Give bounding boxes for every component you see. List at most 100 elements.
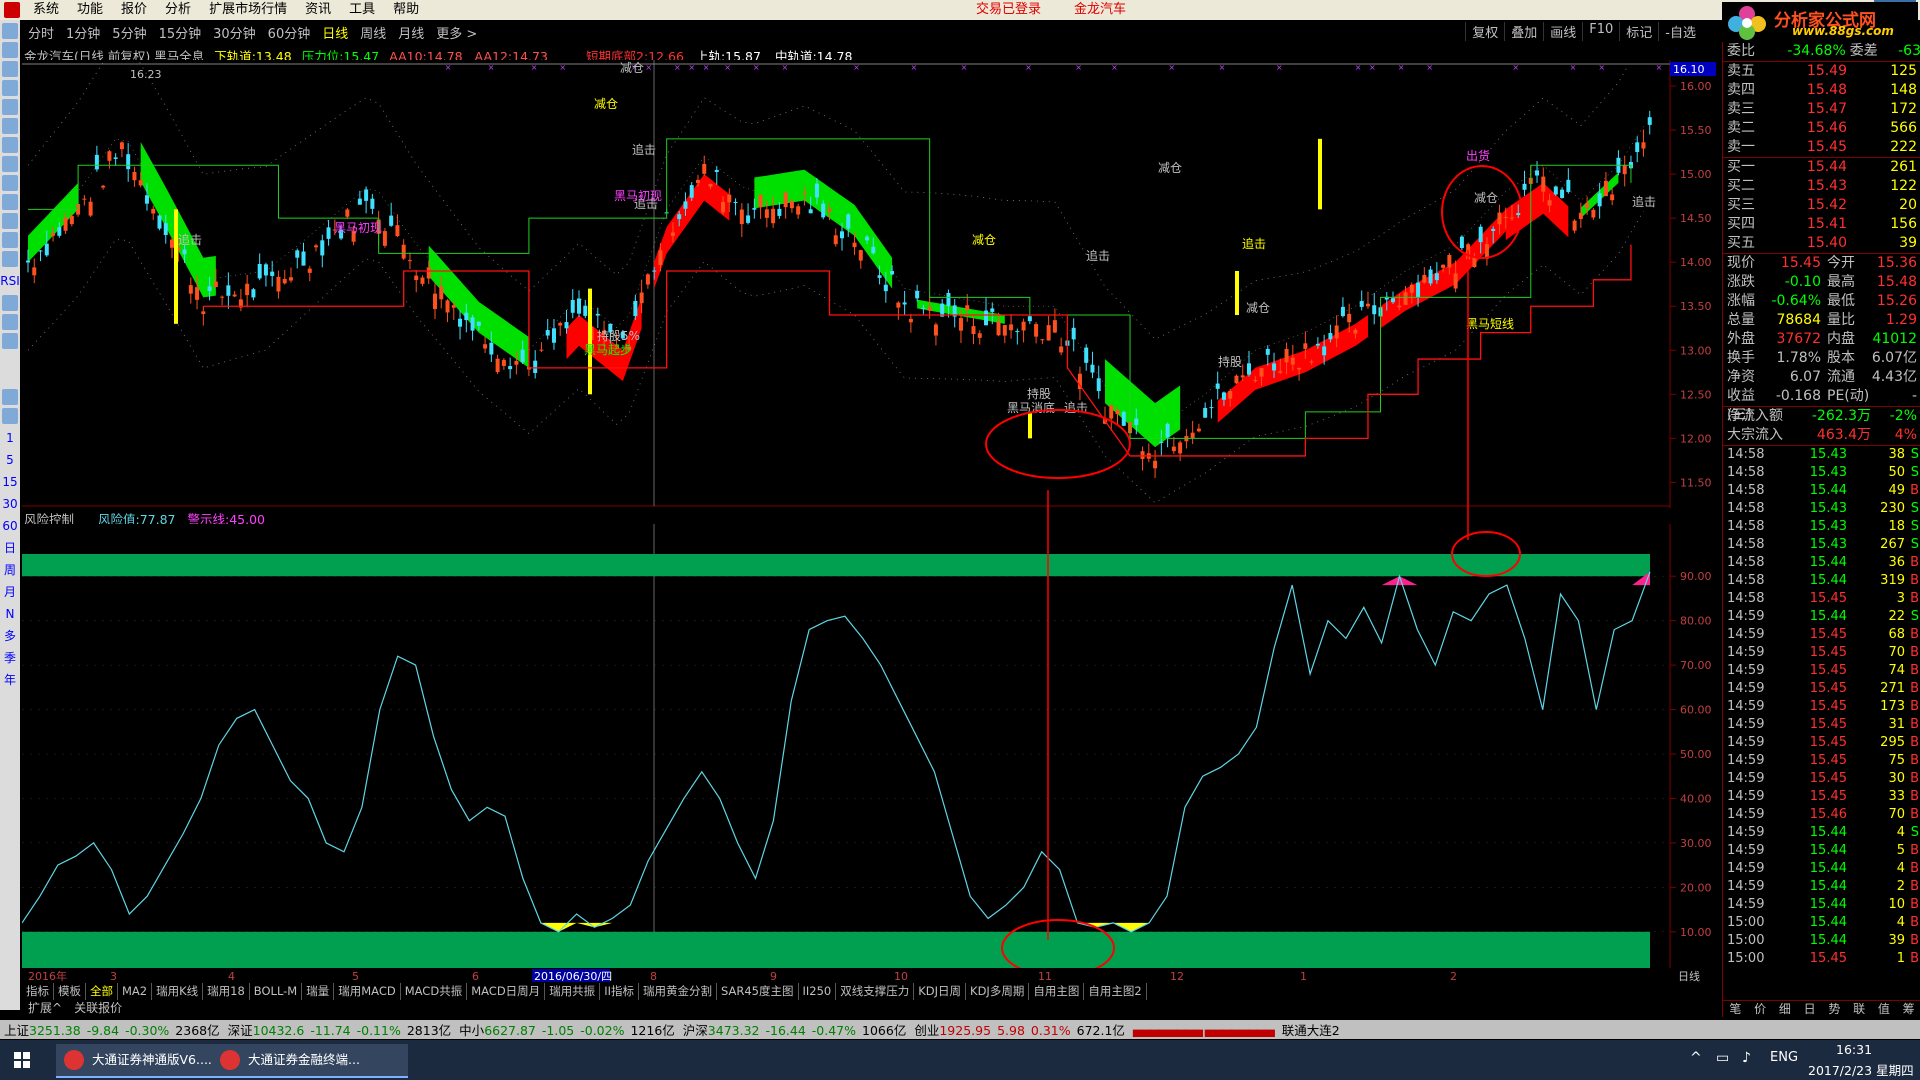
period-shortcut-60[interactable]: 60 bbox=[0, 515, 20, 537]
quote-tab[interactable]: 筹 bbox=[1896, 1001, 1920, 1017]
index-item[interactable]: 沪深3473.32 -16.44 -0.47% 1066亿 bbox=[679, 1020, 911, 1039]
period-5min[interactable]: 5分钟 bbox=[106, 23, 152, 42]
period-shortcut-quarter[interactable]: 季 bbox=[0, 647, 20, 669]
clock-time[interactable]: 16:31 bbox=[1836, 1042, 1872, 1057]
menu-item-system[interactable]: 系统 bbox=[24, 0, 68, 20]
crosshair-icon[interactable] bbox=[2, 314, 18, 330]
mark-button[interactable]: 标记 bbox=[1619, 22, 1658, 41]
sell-order-row[interactable]: 卖五 15.49 125 bbox=[1723, 62, 1920, 81]
formula-icon[interactable] bbox=[2, 389, 18, 405]
indicator-tab[interactable]: 自用主图2 bbox=[1084, 983, 1147, 1000]
period-intraday[interactable]: 分时 bbox=[22, 23, 60, 42]
draw-line-button[interactable]: 画线 bbox=[1543, 22, 1582, 41]
menu-item-analysis[interactable]: 分析 bbox=[156, 0, 200, 20]
overlay-button[interactable]: 叠加 bbox=[1504, 22, 1543, 41]
period-60min[interactable]: 60分钟 bbox=[262, 23, 317, 42]
indicator-tab[interactable]: 指标 bbox=[22, 983, 54, 1000]
indicator-tab[interactable]: MACD共振 bbox=[401, 983, 468, 1000]
sell-order-row[interactable]: 卖三 15.47 172 bbox=[1723, 100, 1920, 119]
indicator-tab[interactable]: 模板 bbox=[54, 983, 86, 1000]
indicator-tab[interactable]: II250 bbox=[799, 983, 837, 1000]
period-more[interactable]: 更多 > bbox=[430, 23, 483, 42]
pencil-icon[interactable] bbox=[2, 333, 18, 349]
rsi-tool[interactable]: RSI bbox=[0, 270, 20, 292]
indicator-tab[interactable]: 双线支撑压力 bbox=[836, 983, 915, 1000]
volume-icon[interactable] bbox=[2, 251, 18, 267]
index-item[interactable]: 中小6627.87 -1.05 -0.02% 1216亿 bbox=[455, 1020, 679, 1039]
f10-icon[interactable] bbox=[2, 156, 18, 172]
calc-icon[interactable] bbox=[2, 408, 18, 424]
indicator-tab[interactable]: MACD日周月 bbox=[467, 983, 546, 1000]
indicator-tab[interactable]: 瑞量 bbox=[302, 983, 335, 1000]
extend-tab[interactable]: 扩展^ bbox=[22, 1000, 68, 1016]
buy-order-row[interactable]: 买二 15.43 122 bbox=[1723, 177, 1920, 196]
f10-button[interactable]: F10 bbox=[1582, 22, 1619, 41]
language-indicator[interactable]: ENG bbox=[1770, 1050, 1798, 1065]
windows-start-icon[interactable] bbox=[14, 1052, 30, 1068]
quote-tab[interactable]: 值 bbox=[1872, 1001, 1897, 1017]
indicator-tab[interactable]: 瑞用MACD bbox=[334, 983, 401, 1000]
indicator-tab[interactable]: KDJ日周 bbox=[914, 983, 967, 1000]
candle-chart-icon[interactable] bbox=[2, 137, 18, 153]
sell-order-row[interactable]: 卖二 15.46 566 bbox=[1723, 119, 1920, 138]
period-shortcut-1[interactable]: 1 bbox=[0, 427, 20, 449]
menu-item-news[interactable]: 资讯 bbox=[296, 0, 340, 20]
period-daily[interactable]: 日线 bbox=[316, 23, 354, 42]
indicator-tab[interactable]: SAR45度主图 bbox=[717, 983, 799, 1000]
quote-tab[interactable]: 日 bbox=[1797, 1001, 1822, 1017]
period-monthly[interactable]: 月线 bbox=[392, 23, 430, 42]
indicator-tab[interactable]: 瑞用18 bbox=[203, 983, 250, 1000]
index-item[interactable]: 深证10432.6 -11.74 -0.11% 2813亿 bbox=[224, 1020, 456, 1039]
settings-icon[interactable] bbox=[2, 213, 18, 229]
indicator-tab[interactable]: 瑞用共振 bbox=[545, 983, 601, 1000]
home-icon[interactable] bbox=[2, 61, 18, 77]
indicator-tab[interactable]: 瑞用K线 bbox=[152, 983, 204, 1000]
indicator-tab[interactable]: MA2 bbox=[118, 983, 153, 1000]
quote-tab[interactable]: 联 bbox=[1847, 1001, 1872, 1017]
period-30min[interactable]: 30分钟 bbox=[207, 23, 262, 42]
buy-order-row[interactable]: 买五 15.40 39 bbox=[1723, 234, 1920, 253]
period-shortcut-5[interactable]: 5 bbox=[0, 449, 20, 471]
index-item[interactable]: 上证3251.38 -9.84 -0.30% 2368亿 bbox=[0, 1020, 224, 1039]
period-shortcut-n[interactable]: N bbox=[0, 603, 20, 625]
indicator-icon[interactable] bbox=[2, 295, 18, 311]
grid-icon[interactable] bbox=[2, 80, 18, 96]
tick-list[interactable]: 14:58 15.43 38 S 14:58 15.43 50 S 14:58 15.44 49 B 1… bbox=[1723, 445, 1920, 968]
period-shortcut-week[interactable]: 周 bbox=[0, 559, 20, 581]
period-shortcut-30[interactable]: 30 bbox=[0, 493, 20, 515]
buy-order-row[interactable]: 买一 15.44 261 bbox=[1723, 158, 1920, 177]
period-shortcut-month[interactable]: 月 bbox=[0, 581, 20, 603]
search-icon[interactable] bbox=[2, 232, 18, 248]
period-1min[interactable]: 1分钟 bbox=[60, 23, 106, 42]
tray-chevron-icon[interactable]: ^ bbox=[1690, 1050, 1702, 1066]
sell-order-row[interactable]: 卖四 15.48 148 bbox=[1723, 81, 1920, 100]
indicator-tab[interactable]: BOLL-M bbox=[250, 983, 303, 1000]
quote-tab[interactable]: 细 bbox=[1773, 1001, 1798, 1017]
quote-tab[interactable]: 笔 bbox=[1723, 1001, 1748, 1017]
period-weekly[interactable]: 周线 bbox=[354, 23, 392, 42]
quote-tab[interactable]: 价 bbox=[1748, 1001, 1773, 1017]
indicator-tab[interactable]: 自用主图 bbox=[1029, 983, 1085, 1000]
menu-item-tools[interactable]: 工具 bbox=[340, 0, 384, 20]
period-shortcut-day[interactable]: 日 bbox=[0, 537, 20, 559]
quote-tab[interactable]: 势 bbox=[1822, 1001, 1847, 1017]
period-shortcut-multi[interactable]: 多 bbox=[0, 625, 20, 647]
period-shortcut-15[interactable]: 15 bbox=[0, 471, 20, 493]
menu-item-function[interactable]: 功能 bbox=[68, 0, 112, 20]
buy-order-row[interactable]: 买三 15.42 20 bbox=[1723, 196, 1920, 215]
volume-icon[interactable]: ♪ bbox=[1742, 1050, 1751, 1066]
line-chart-icon[interactable] bbox=[2, 118, 18, 134]
network-icon[interactable]: ▭ bbox=[1716, 1050, 1729, 1066]
indicator-tab[interactable]: 瑞用黄金分割 bbox=[639, 983, 717, 1000]
main-candle-chart[interactable]: × × × × × × × × × × × × × × × × × × × × × × × × × × × × × 减仓减仓追击追击追击… bbox=[22, 60, 1720, 508]
indicator-tab[interactable]: KDJ多周期 bbox=[966, 983, 1030, 1000]
adjust-button[interactable]: 复权 bbox=[1465, 22, 1504, 41]
risk-control-chart[interactable]: 90.00 80.00 70.00 60.00 50.00 40.00 30.00 20.00… bbox=[22, 524, 1720, 968]
up-arrow-icon[interactable] bbox=[2, 23, 18, 39]
chart-icon[interactable] bbox=[2, 194, 18, 210]
sell-order-row[interactable]: 卖一 15.45 222 bbox=[1723, 138, 1920, 157]
period-15min[interactable]: 15分钟 bbox=[153, 23, 208, 42]
down-arrow-icon[interactable] bbox=[2, 42, 18, 58]
related-quote-tab[interactable]: 关联报价 bbox=[68, 1000, 128, 1016]
indicator-tab[interactable]: 全部 bbox=[86, 983, 118, 1000]
